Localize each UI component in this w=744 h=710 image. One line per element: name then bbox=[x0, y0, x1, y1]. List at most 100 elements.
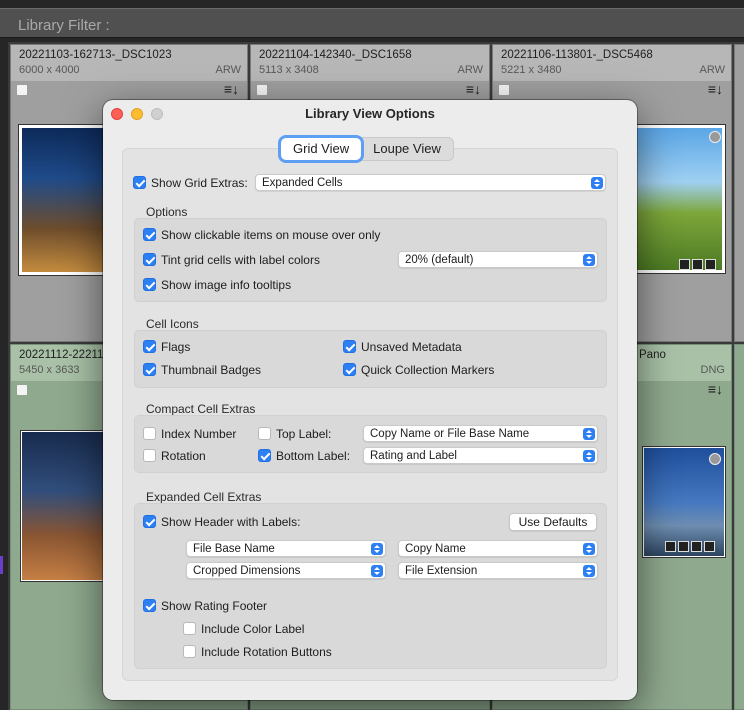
thumbnail-image[interactable] bbox=[18, 124, 108, 276]
flag-icon[interactable] bbox=[499, 85, 509, 95]
quick-collection-icon[interactable] bbox=[709, 131, 721, 143]
header-field-1-value: File Base Name bbox=[193, 543, 275, 555]
flags-label: Flags bbox=[161, 340, 191, 354]
cell-filename: 20221103-162713-_DSC1023 bbox=[19, 49, 172, 61]
grid-cell[interactable] bbox=[734, 344, 744, 710]
lightroom-window: Library Filter : 20221103-162713-_DSC102… bbox=[0, 0, 744, 710]
tooltips-label: Show image info tooltips bbox=[161, 278, 292, 292]
bottom-label-value: Rating and Label bbox=[370, 450, 457, 462]
bottom-label-checkbox[interactable] bbox=[258, 449, 271, 462]
clickable-items-label: Show clickable items on mouse over only bbox=[161, 228, 381, 242]
cell-dimensions: 6000 x 4000 bbox=[19, 64, 80, 76]
popup-arrow-icon bbox=[583, 565, 595, 577]
popup-arrow-icon bbox=[583, 450, 595, 462]
side-marker bbox=[0, 556, 3, 574]
flags-checkbox[interactable] bbox=[143, 340, 156, 353]
tab-loupe-view[interactable]: Loupe View bbox=[361, 138, 453, 160]
thumbnail-badges bbox=[679, 259, 716, 270]
popup-arrow-icon bbox=[583, 543, 595, 555]
cell-extension: ARW bbox=[699, 64, 725, 76]
sort-icon[interactable]: ≡↓ bbox=[466, 81, 481, 97]
tint-amount-value: 20% (default) bbox=[405, 254, 474, 266]
sort-icon[interactable]: ≡↓ bbox=[708, 381, 723, 397]
color-label-checkbox[interactable] bbox=[183, 622, 196, 635]
library-view-options-dialog: Library View Options Show Grid Extras: E… bbox=[103, 100, 637, 700]
header-field-4-popup[interactable]: File Extension bbox=[398, 562, 598, 579]
unsaved-metadata-checkbox[interactable] bbox=[343, 340, 356, 353]
compact-section-title: Compact Cell Extras bbox=[146, 402, 256, 416]
dialog-title: Library View Options bbox=[305, 106, 435, 121]
library-filter-bar[interactable]: Library Filter : bbox=[0, 8, 744, 38]
cell-extension: ARW bbox=[457, 64, 483, 76]
rating-footer-checkbox[interactable] bbox=[143, 599, 156, 612]
cell-dimensions: 5221 x 3480 bbox=[501, 64, 562, 76]
thumbnail-badges-checkbox[interactable] bbox=[143, 363, 156, 376]
tint-cells-label: Tint grid cells with label colors bbox=[161, 253, 320, 267]
color-label-label: Include Color Label bbox=[201, 622, 305, 636]
tab-grid-view[interactable]: Grid View bbox=[281, 138, 362, 160]
thumbnail-badges-label: Thumbnail Badges bbox=[161, 363, 262, 377]
top-label-checkbox[interactable] bbox=[258, 427, 271, 440]
bottom-label-popup[interactable]: Rating and Label bbox=[363, 447, 598, 464]
index-number-checkbox[interactable] bbox=[143, 427, 156, 440]
options-section-title: Options bbox=[146, 205, 188, 219]
rotation-label: Rotation bbox=[161, 449, 206, 463]
cell-dimensions: 5450 x 3633 bbox=[19, 364, 80, 376]
flag-icon[interactable] bbox=[257, 85, 267, 95]
thumbnail-badges bbox=[665, 541, 715, 552]
header-labels-checkbox[interactable] bbox=[143, 515, 156, 528]
view-mode-tabs: Grid View Loupe View bbox=[280, 137, 454, 161]
header-field-2-value: Copy Name bbox=[405, 543, 466, 555]
thumbnail-image[interactable] bbox=[20, 430, 108, 582]
popup-arrow-icon bbox=[583, 428, 595, 440]
top-label-label: Top Label: bbox=[276, 427, 332, 441]
cell-filename: 20221104-142340-_DSC1658 bbox=[259, 49, 412, 61]
popup-arrow-icon bbox=[371, 565, 383, 577]
clickable-items-checkbox[interactable] bbox=[143, 228, 156, 241]
top-label-value: Copy Name or File Base Name bbox=[370, 428, 530, 440]
cell-filename: Pano bbox=[639, 349, 666, 361]
cell-icons-box bbox=[134, 330, 607, 388]
show-grid-extras-label: Show Grid Extras: bbox=[151, 176, 248, 190]
sort-icon[interactable]: ≡↓ bbox=[224, 81, 239, 97]
cell-icons-section-title: Cell Icons bbox=[146, 317, 199, 331]
cell-extension: DNG bbox=[700, 364, 725, 376]
cell-filename: 20221106-113801-_DSC5468 bbox=[501, 49, 653, 61]
header-field-2-popup[interactable]: Copy Name bbox=[398, 540, 598, 557]
header-field-4-value: File Extension bbox=[405, 565, 478, 577]
show-grid-extras-checkbox[interactable] bbox=[133, 176, 146, 189]
quick-collection-checkbox[interactable] bbox=[343, 363, 356, 376]
flag-icon[interactable] bbox=[17, 85, 27, 95]
expanded-section-title: Expanded Cell Extras bbox=[146, 490, 262, 504]
cell-filename: 20221112-222119- bbox=[19, 349, 114, 361]
cell-extension: ARW bbox=[215, 64, 241, 76]
bottom-label-label: Bottom Label: bbox=[276, 449, 351, 463]
sort-icon[interactable]: ≡↓ bbox=[708, 81, 723, 97]
top-label-popup[interactable]: Copy Name or File Base Name bbox=[363, 425, 598, 442]
rotation-buttons-label: Include Rotation Buttons bbox=[201, 645, 332, 659]
header-labels-label: Show Header with Labels: bbox=[161, 515, 301, 529]
grid-cell[interactable] bbox=[734, 44, 744, 342]
rating-footer-label: Show Rating Footer bbox=[161, 599, 268, 613]
thumbnail-image[interactable] bbox=[632, 124, 726, 274]
tint-amount-popup[interactable]: 20% (default) bbox=[398, 251, 598, 268]
dialog-titlebar[interactable]: Library View Options bbox=[103, 100, 637, 128]
popup-arrow-icon bbox=[583, 254, 595, 266]
tint-cells-checkbox[interactable] bbox=[143, 253, 156, 266]
header-field-1-popup[interactable]: File Base Name bbox=[186, 540, 386, 557]
header-field-3-popup[interactable]: Cropped Dimensions bbox=[186, 562, 386, 579]
tooltips-checkbox[interactable] bbox=[143, 278, 156, 291]
rotation-checkbox[interactable] bbox=[143, 449, 156, 462]
rotation-buttons-checkbox[interactable] bbox=[183, 645, 196, 658]
header-field-3-value: Cropped Dimensions bbox=[193, 565, 301, 577]
flag-icon[interactable] bbox=[17, 385, 27, 395]
popup-arrow-icon bbox=[371, 543, 383, 555]
cell-dimensions: 5113 x 3408 bbox=[259, 64, 319, 76]
library-filter-title: Library Filter : bbox=[18, 17, 110, 34]
index-number-label: Index Number bbox=[161, 427, 237, 441]
grid-extras-popup[interactable]: Expanded Cells bbox=[255, 174, 606, 191]
popup-arrow-icon bbox=[591, 177, 603, 189]
use-defaults-button[interactable]: Use Defaults bbox=[509, 513, 597, 531]
quick-collection-icon[interactable] bbox=[709, 453, 721, 465]
quick-collection-label: Quick Collection Markers bbox=[361, 363, 495, 377]
